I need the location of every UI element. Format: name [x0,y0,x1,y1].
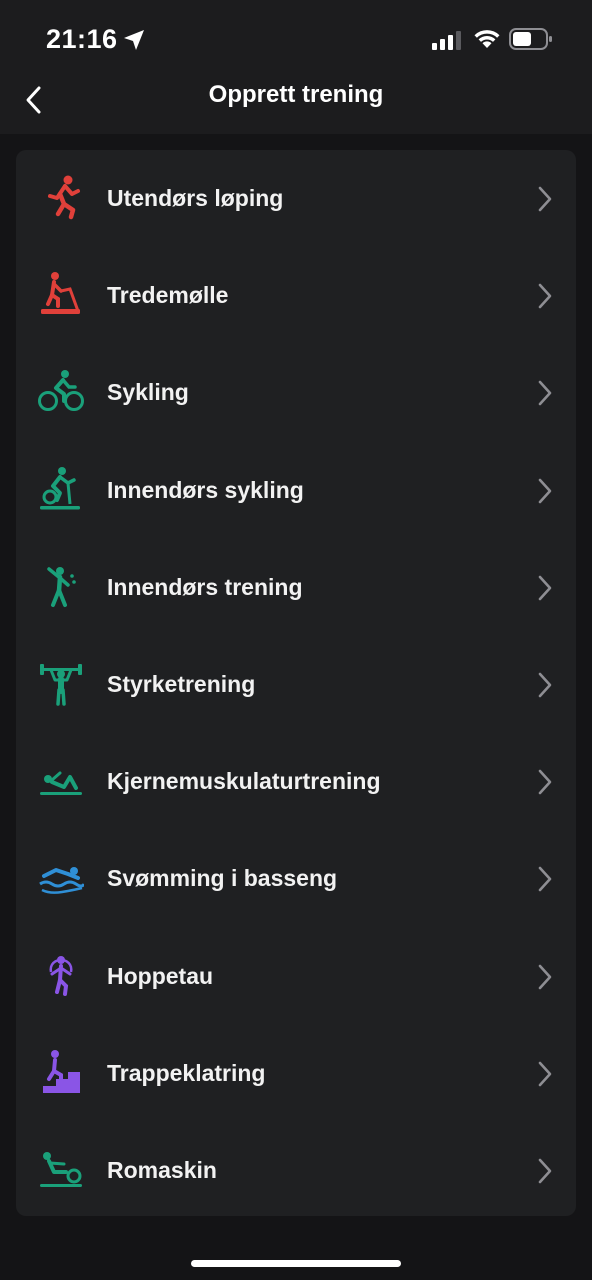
list-item-cycling[interactable]: Sykling [16,344,576,441]
page-title: Opprett trening [208,81,384,108]
location-arrow-icon [124,30,144,50]
list-item-rowing-machine[interactable]: Romaskin [16,1122,576,1219]
indoor-training-icon [47,566,76,607]
list-item-jump-rope[interactable]: Hoppetau [16,928,576,1025]
jump-rope-icon [49,955,73,996]
list-item-indoor-cycling[interactable]: Innendørs sykling [16,442,576,539]
list-item-indoor-training[interactable]: Innendørs trening [16,539,576,636]
core-training-icon [40,771,82,796]
workout-list: Utendørs løping Tredemølle Sykling Innen… [16,150,576,1216]
list-item-label: Trappeklatring [107,1059,266,1086]
list-item-label: Styrketrening [107,671,256,697]
list-item-label: Innendørs trening [107,573,303,600]
chevron-right-icon [538,964,552,989]
list-item-label: Innendørs sykling [107,476,304,503]
chevron-right-icon [538,867,552,892]
list-item-label: Kjernemuskulaturtrening [107,768,381,795]
nav-bar: Opprett trening [0,78,592,134]
chevron-right-icon [538,1158,552,1184]
list-item-strength-training[interactable]: Styrketrening [16,636,576,733]
status-time: 21:16 [46,24,118,54]
cycling-icon [38,370,84,412]
list-item-label: Hoppetau [107,962,214,989]
status-bar: 21:16 [0,0,592,78]
list-item-treadmill[interactable]: Tredemølle [16,247,576,344]
strength-training-icon [40,664,82,706]
battery-icon [509,28,552,50]
chevron-right-icon [538,381,552,406]
chevron-right-icon [538,1061,552,1087]
wifi-icon [474,30,500,48]
list-item-label: Tredemølle [107,282,229,309]
home-indicator [191,1260,401,1267]
chevron-right-icon [538,283,552,309]
treadmill-icon [41,272,80,315]
list-item-label: Romaskin [107,1157,217,1183]
stair-climbing-icon [43,1049,80,1093]
screen: 21:16 Opprett trening Utendørs løping Tr… [0,0,592,1280]
list-item-label: Utendørs løping [107,185,284,211]
list-item-label: Sykling [107,379,189,406]
chevron-right-icon [538,186,552,212]
list-item-outdoor-run[interactable]: Utendørs løping [16,150,576,247]
indoor-cycling-icon [40,466,80,510]
list-item-core-training[interactable]: Kjernemuskulaturtrening [16,733,576,830]
cellular-signal-icon [432,31,461,50]
chevron-right-icon [538,478,552,503]
rowing-machine-icon [40,1152,82,1187]
chevron-right-icon [538,575,552,601]
list-item-label: Svømming i basseng [107,865,338,892]
pool-swimming-icon [39,867,84,895]
chevron-right-icon [538,769,552,795]
list-item-pool-swimming[interactable]: Svømming i basseng [16,830,576,927]
outdoor-run-icon [48,175,80,220]
chevron-right-icon [538,672,552,698]
list-item-stair-climbing[interactable]: Trappeklatring [16,1025,576,1122]
